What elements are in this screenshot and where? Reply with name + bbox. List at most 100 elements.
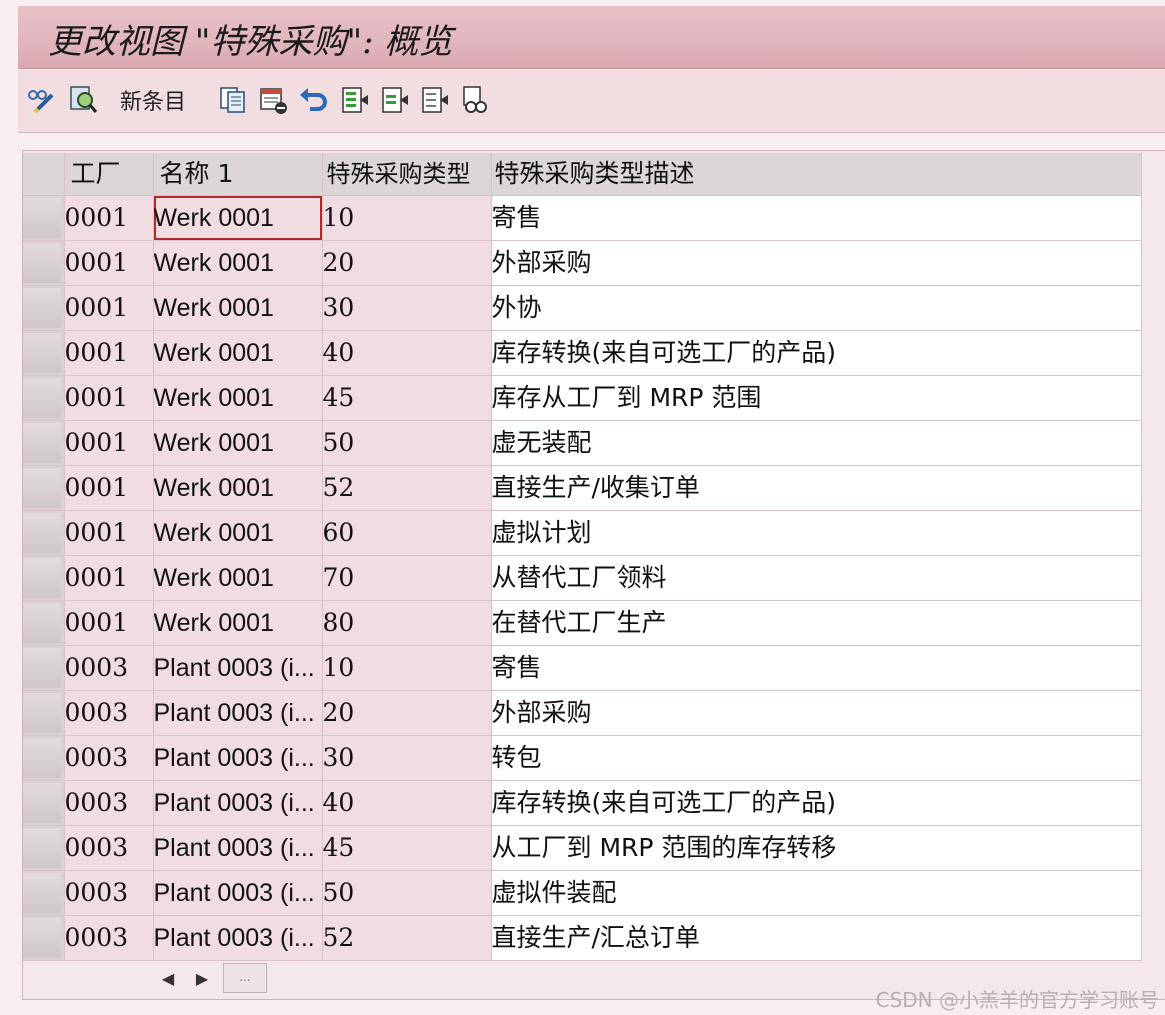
- new-entry-button[interactable]: 新条目: [120, 84, 186, 116]
- cell-description[interactable]: 虚无装配: [491, 420, 1142, 466]
- cell-name[interactable]: Werk 0001: [153, 510, 323, 556]
- cell-name[interactable]: Plant 0003 (i...: [153, 645, 323, 691]
- column-header-special-procurement-type[interactable]: 特殊采购类型: [322, 153, 492, 196]
- print-button[interactable]: [460, 84, 490, 116]
- cell-special-procurement-type[interactable]: 30: [322, 735, 492, 781]
- cell-description[interactable]: 寄售: [491, 645, 1142, 691]
- cell-name[interactable]: Werk 0001: [153, 375, 323, 421]
- cell-description[interactable]: 直接生产/收集订单: [491, 465, 1142, 511]
- row-selector[interactable]: [23, 555, 65, 601]
- cell-description[interactable]: 外部采购: [491, 690, 1142, 736]
- cell-special-procurement-type[interactable]: 52: [322, 915, 492, 961]
- select-all-button[interactable]: [340, 84, 370, 116]
- cell-plant[interactable]: 0003: [64, 690, 154, 736]
- row-selector-button[interactable]: [23, 918, 61, 958]
- cell-plant[interactable]: 0001: [64, 285, 154, 331]
- row-selector[interactable]: [23, 285, 65, 331]
- row-selector[interactable]: [23, 195, 65, 241]
- cell-special-procurement-type[interactable]: 30: [322, 285, 492, 331]
- cell-description[interactable]: 虚拟计划: [491, 510, 1142, 556]
- cell-plant[interactable]: 0003: [64, 780, 154, 826]
- cell-plant[interactable]: 0001: [64, 600, 154, 646]
- cell-special-procurement-type[interactable]: 80: [322, 600, 492, 646]
- cell-special-procurement-type[interactable]: 10: [322, 195, 492, 241]
- cell-description[interactable]: 在替代工厂生产: [491, 600, 1142, 646]
- cell-plant[interactable]: 0001: [64, 420, 154, 466]
- row-selector[interactable]: [23, 780, 65, 826]
- cell-special-procurement-type[interactable]: 40: [322, 330, 492, 376]
- cell-plant[interactable]: 0003: [64, 825, 154, 871]
- cell-description[interactable]: 虚拟件装配: [491, 870, 1142, 916]
- row-selector-button[interactable]: [23, 333, 61, 373]
- horizontal-scrollbar[interactable]: ◀ ▶ ...: [155, 963, 267, 993]
- cell-name[interactable]: Plant 0003 (i...: [153, 735, 323, 781]
- scroll-left-arrow-icon[interactable]: ◀: [155, 965, 181, 991]
- cell-special-procurement-type[interactable]: 40: [322, 780, 492, 826]
- row-selector[interactable]: [23, 465, 65, 511]
- select-block-button[interactable]: [380, 84, 410, 116]
- cell-description[interactable]: 直接生产/汇总订单: [491, 915, 1142, 961]
- cell-plant[interactable]: 0003: [64, 870, 154, 916]
- cell-name[interactable]: Werk 0001: [153, 330, 323, 376]
- row-selector-button[interactable]: [23, 738, 61, 778]
- cell-description[interactable]: 寄售: [491, 195, 1142, 241]
- cell-description[interactable]: 从替代工厂领料: [491, 555, 1142, 601]
- cell-description[interactable]: 从工厂到 MRP 范围的库存转移: [491, 825, 1142, 871]
- cell-description[interactable]: 库存转换(来自可选工厂的产品): [491, 330, 1142, 376]
- cell-plant[interactable]: 0001: [64, 510, 154, 556]
- cell-plant[interactable]: 0003: [64, 915, 154, 961]
- row-selector[interactable]: [23, 645, 65, 691]
- cell-special-procurement-type[interactable]: 20: [322, 240, 492, 286]
- cell-name[interactable]: Werk 0001: [153, 555, 323, 601]
- cell-plant[interactable]: 0001: [64, 330, 154, 376]
- cell-plant[interactable]: 0001: [64, 465, 154, 511]
- cell-description[interactable]: 外协: [491, 285, 1142, 331]
- row-selector[interactable]: [23, 825, 65, 871]
- row-selector-button[interactable]: [23, 513, 61, 553]
- row-selector-button[interactable]: [23, 558, 61, 598]
- cell-name[interactable]: Plant 0003 (i...: [153, 780, 323, 826]
- cell-description[interactable]: 库存转换(来自可选工厂的产品): [491, 780, 1142, 826]
- cell-name[interactable]: Werk 0001: [153, 420, 323, 466]
- row-selector-button[interactable]: [23, 783, 61, 823]
- row-selector[interactable]: [23, 870, 65, 916]
- cell-plant[interactable]: 0001: [64, 240, 154, 286]
- cell-plant[interactable]: 0003: [64, 735, 154, 781]
- row-selector-button[interactable]: [23, 603, 61, 643]
- column-header-name[interactable]: 名称 1: [153, 153, 323, 196]
- cell-special-procurement-type[interactable]: 52: [322, 465, 492, 511]
- cell-plant[interactable]: 0001: [64, 375, 154, 421]
- row-selector-button[interactable]: [23, 198, 61, 238]
- cell-plant[interactable]: 0001: [64, 555, 154, 601]
- cell-special-procurement-type[interactable]: 70: [322, 555, 492, 601]
- row-selector-button[interactable]: [23, 288, 61, 328]
- cell-name[interactable]: Plant 0003 (i...: [153, 690, 323, 736]
- cell-plant[interactable]: 0003: [64, 645, 154, 691]
- row-selector-button[interactable]: [23, 243, 61, 283]
- row-selector[interactable]: [23, 915, 65, 961]
- cell-special-procurement-type[interactable]: 10: [322, 645, 492, 691]
- column-header-plant[interactable]: 工厂: [64, 153, 154, 196]
- undo-button[interactable]: [298, 84, 328, 116]
- cell-plant[interactable]: 0001: [64, 195, 154, 241]
- row-selector-button[interactable]: [23, 468, 61, 508]
- cell-description[interactable]: 库存从工厂到 MRP 范围: [491, 375, 1142, 421]
- display-change-button[interactable]: [26, 84, 56, 116]
- cell-name[interactable]: Plant 0003 (i...: [153, 825, 323, 871]
- row-selector[interactable]: [23, 330, 65, 376]
- cell-name[interactable]: Plant 0003 (i...: [153, 915, 323, 961]
- cell-name[interactable]: Werk 0001: [153, 240, 323, 286]
- column-header-description[interactable]: 特殊采购类型描述: [491, 153, 1142, 196]
- find-button[interactable]: [68, 84, 98, 116]
- scroll-right-arrow-icon[interactable]: ▶: [189, 965, 215, 991]
- row-selector-button[interactable]: [23, 423, 61, 463]
- cell-special-procurement-type[interactable]: 45: [322, 825, 492, 871]
- delete-button[interactable]: [258, 84, 288, 116]
- scrollbar-thumb[interactable]: ...: [223, 963, 267, 993]
- cell-special-procurement-type[interactable]: 45: [322, 375, 492, 421]
- cell-special-procurement-type[interactable]: 20: [322, 690, 492, 736]
- cell-special-procurement-type[interactable]: 60: [322, 510, 492, 556]
- cell-special-procurement-type[interactable]: 50: [322, 420, 492, 466]
- row-selector[interactable]: [23, 240, 65, 286]
- cell-name[interactable]: Plant 0003 (i...: [153, 870, 323, 916]
